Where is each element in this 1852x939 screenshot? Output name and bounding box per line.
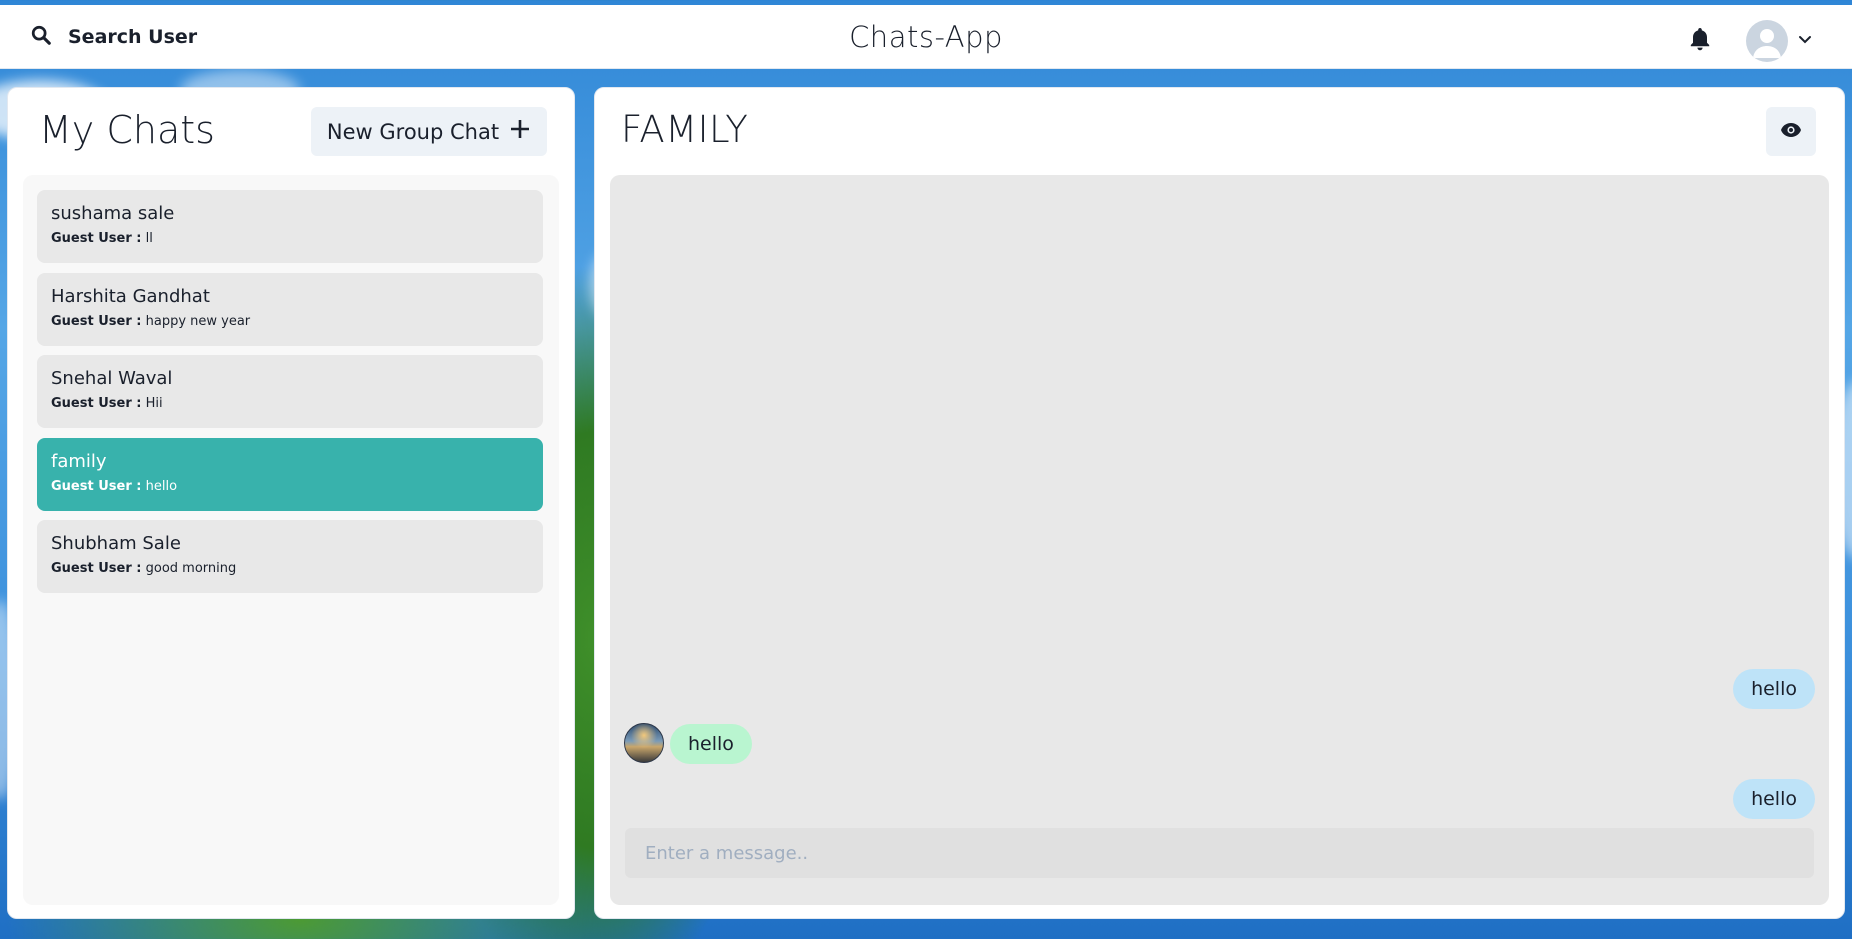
latest-message-sender: Guest User : — [51, 396, 142, 411]
latest-message: Guest User : hello — [51, 478, 529, 496]
search-user-button[interactable]: Search User — [18, 17, 209, 57]
chat-list-item[interactable]: Harshita Gandhat Guest User : happy new … — [37, 273, 543, 346]
latest-message-sender: Guest User : — [51, 561, 142, 576]
my-chats-panel: My Chats New Group Chat sushama sale Gue… — [7, 87, 575, 919]
chat-name: Shubham Sale — [51, 533, 181, 554]
top-bar: Search User Chats-App — [0, 5, 1852, 69]
chat-title: FAMILY — [621, 108, 749, 151]
latest-message-text: hello — [145, 479, 178, 494]
profile-menu-button[interactable] — [1740, 18, 1818, 64]
chat-list-item[interactable]: sushama sale Guest User : ll — [37, 190, 543, 263]
avatar — [1746, 20, 1788, 62]
new-group-chat-button[interactable]: New Group Chat — [311, 107, 547, 156]
my-chats-title: My Chats — [39, 108, 215, 152]
latest-message: Guest User : happy new year — [51, 313, 529, 331]
message-bubble-sent: hello — [1733, 779, 1815, 819]
latest-message-text: Hii — [145, 396, 163, 411]
chat-name: Harshita Gandhat — [51, 286, 210, 307]
sender-avatar[interactable] — [624, 723, 664, 763]
message-bubble-sent: hello — [1733, 669, 1815, 709]
message-input[interactable] — [625, 828, 1814, 878]
chat-list-item[interactable]: Shubham Sale Guest User : good morning — [37, 520, 543, 593]
chat-name: family — [51, 451, 107, 472]
messages-area: hello hello hello — [610, 175, 1829, 905]
message-bubble-received: hello — [670, 724, 752, 764]
bell-icon — [1688, 26, 1712, 57]
view-group-details-button[interactable] — [1766, 107, 1816, 156]
latest-message: Guest User : Hii — [51, 395, 529, 413]
chat-panel: FAMILY hello hello hello — [594, 87, 1845, 919]
eye-icon — [1780, 122, 1802, 141]
search-icon — [30, 24, 52, 51]
chat-list-item[interactable]: Snehal Waval Guest User : Hii — [37, 355, 543, 428]
chat-list-item-selected[interactable]: family Guest User : hello — [37, 438, 543, 511]
user-avatar-icon — [1753, 29, 1781, 58]
latest-message-sender: Guest User : — [51, 231, 142, 246]
latest-message-sender: Guest User : — [51, 314, 142, 329]
latest-message-text: good morning — [145, 561, 237, 576]
notification-button[interactable] — [1684, 25, 1716, 57]
new-group-chat-label: New Group Chat — [326, 119, 500, 144]
latest-message: Guest User : good morning — [51, 560, 529, 578]
latest-message-sender: Guest User : — [51, 479, 142, 494]
chevron-down-icon — [1798, 32, 1812, 50]
chat-name: sushama sale — [51, 203, 175, 224]
search-user-label: Search User — [68, 26, 198, 48]
latest-message-text: happy new year — [145, 314, 251, 329]
chat-list: sushama sale Guest User : ll Harshita Ga… — [23, 175, 559, 905]
chat-name: Snehal Waval — [51, 368, 173, 389]
plus-icon — [509, 118, 531, 145]
latest-message-text: ll — [145, 231, 153, 246]
app-title: Chats-App — [849, 20, 1003, 54]
latest-message: Guest User : ll — [51, 230, 529, 248]
